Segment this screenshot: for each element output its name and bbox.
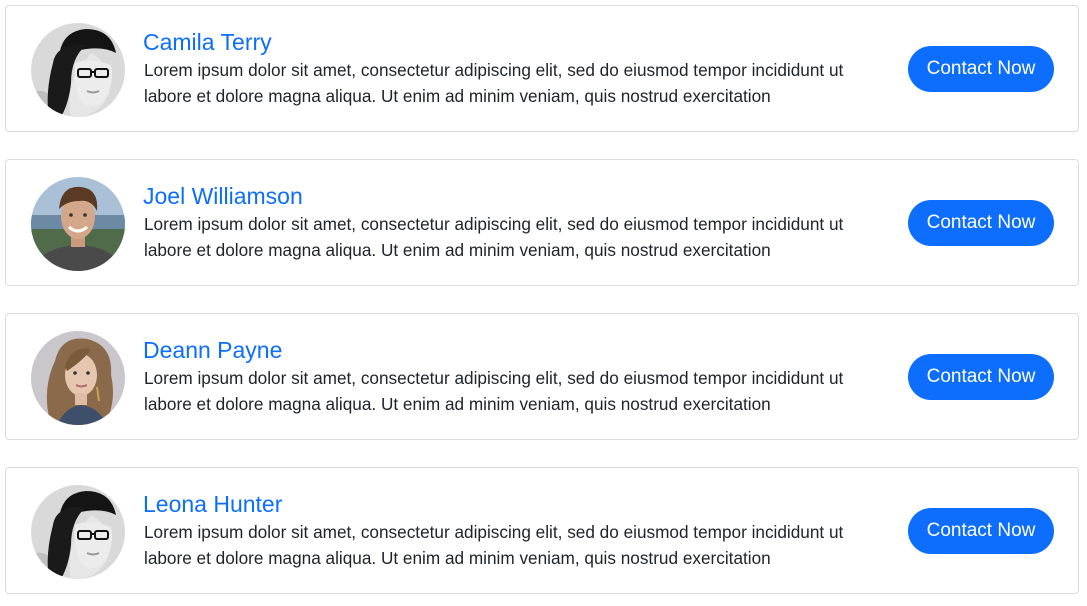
contact-description: Lorem ipsum dolor sit amet, consectetur … [144, 368, 844, 414]
contact-card: Camila Terry Lorem ipsum dolor sit amet,… [5, 5, 1079, 132]
contact-now-button[interactable]: Contact Now [908, 46, 1054, 92]
contact-now-button[interactable]: Contact Now [908, 354, 1054, 400]
contact-name[interactable]: Deann Payne [143, 336, 282, 364]
contact-now-button[interactable]: Contact Now [908, 200, 1054, 246]
contact-name[interactable]: Joel Williamson [143, 182, 303, 210]
avatar [31, 23, 125, 117]
contact-card: Deann Payne Lorem ipsum dolor sit amet, … [5, 313, 1079, 440]
avatar [31, 485, 125, 579]
avatar [31, 331, 125, 425]
contact-description: Lorem ipsum dolor sit amet, consectetur … [144, 214, 844, 260]
contact-name[interactable]: Camila Terry [143, 28, 272, 56]
contact-description: Lorem ipsum dolor sit amet, consectetur … [144, 522, 844, 568]
contact-now-button[interactable]: Contact Now [908, 508, 1054, 554]
avatar [31, 177, 125, 271]
contact-card: Leona Hunter Lorem ipsum dolor sit amet,… [5, 467, 1079, 594]
contact-card: Joel Williamson Lorem ipsum dolor sit am… [5, 159, 1079, 286]
contact-name[interactable]: Leona Hunter [143, 490, 282, 518]
contact-list: Camila Terry Lorem ipsum dolor sit amet,… [0, 0, 1087, 606]
contact-description: Lorem ipsum dolor sit amet, consectetur … [144, 60, 844, 106]
